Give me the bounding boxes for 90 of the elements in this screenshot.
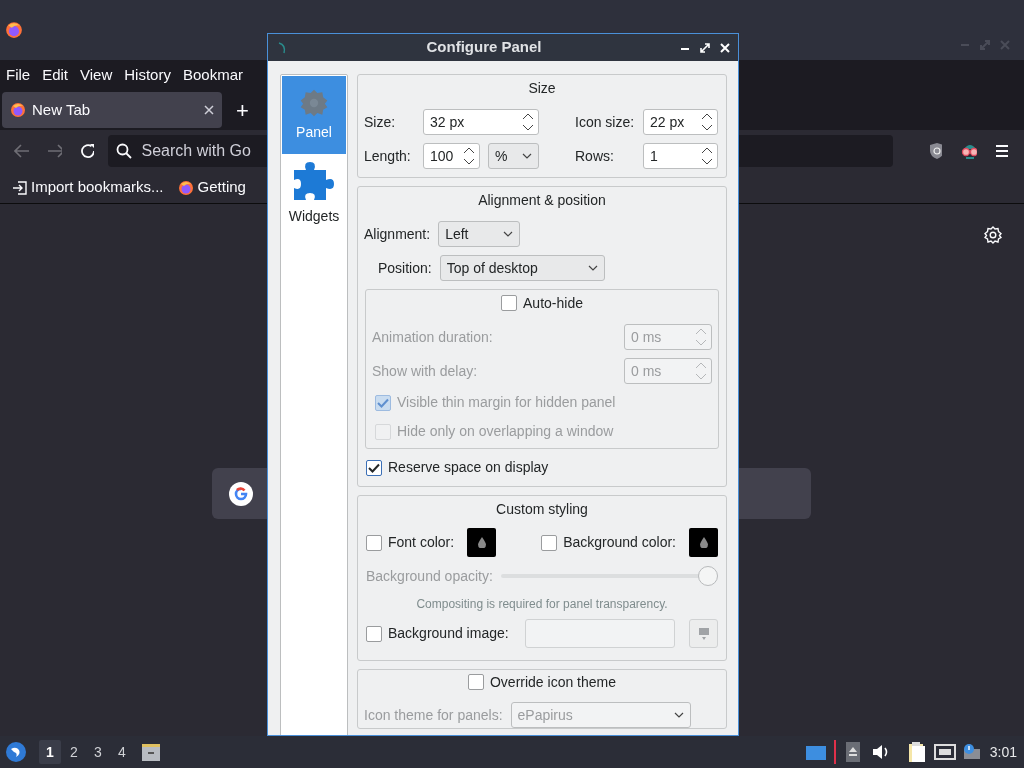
shield-icon[interactable] <box>928 142 942 160</box>
field-label: Show with delay: <box>372 361 478 381</box>
field-label: Override icon theme <box>489 672 617 692</box>
firefox-icon <box>177 179 194 196</box>
field-label: Icon size: <box>575 112 636 132</box>
checkbox[interactable] <box>541 534 558 551</box>
checkbox[interactable] <box>366 459 382 476</box>
input-field[interactable] <box>524 619 676 648</box>
dropdown[interactable]: Top of desktop <box>439 255 605 281</box>
field-label: Alignment: <box>364 224 431 244</box>
chevron-down-icon <box>503 231 514 237</box>
window-icon[interactable] <box>805 744 826 760</box>
menu-item[interactable]: History <box>120 63 175 87</box>
clipboard-icon[interactable] <box>907 741 926 763</box>
maximize-icon[interactable] <box>700 42 710 53</box>
field-label: Background opacity: <box>366 566 493 586</box>
desktop-switcher[interactable]: 3 <box>87 740 109 764</box>
desktop-switcher[interactable]: 4 <box>111 740 133 764</box>
notification-icon[interactable] <box>961 743 982 761</box>
eject-icon[interactable] <box>845 742 860 762</box>
import-icon <box>12 180 27 195</box>
checkbox[interactable] <box>366 534 382 551</box>
field-label: Length: <box>364 146 412 166</box>
field-label: Background color: <box>563 533 676 552</box>
field-label: Size: <box>364 112 397 132</box>
field-label: Rows: <box>575 146 615 166</box>
dropdown[interactable]: Left <box>438 221 521 247</box>
chevron-down-icon <box>587 265 598 271</box>
field-label: Background image: <box>388 624 509 643</box>
volume-icon[interactable] <box>871 744 890 760</box>
menu-item[interactable]: File <box>2 63 35 87</box>
desktop-switcher[interactable]: 2 <box>63 740 85 764</box>
group-title: Alignment & position <box>477 191 607 210</box>
checkbox[interactable] <box>467 674 484 690</box>
new-tab-button[interactable]: + <box>236 93 249 127</box>
spin-arrows-icon[interactable] <box>701 113 713 131</box>
menu-item[interactable]: Edit <box>38 63 73 87</box>
field-label: Animation duration: <box>372 327 493 347</box>
color-button[interactable] <box>689 528 718 557</box>
browser-tab[interactable]: New Tab <box>2 92 222 128</box>
bookmark-item[interactable]: Import bookmarks... <box>12 176 164 199</box>
network-icon[interactable] <box>933 743 956 761</box>
google-icon <box>229 481 253 506</box>
field-label: Font color: <box>388 533 455 552</box>
puzzle-icon <box>292 159 336 202</box>
field-label: Icon theme for panels: <box>364 705 503 725</box>
field-label: Reserve space on display <box>388 458 549 477</box>
checkbox[interactable] <box>366 625 382 642</box>
search-icon <box>115 143 132 159</box>
chevron-down-icon <box>673 712 684 718</box>
spin-box[interactable]: 22 px <box>643 109 718 135</box>
field-label: Auto-hide <box>523 293 583 313</box>
slider[interactable] <box>500 566 718 586</box>
glasses-icon[interactable] <box>959 142 977 160</box>
chevron-down-icon <box>522 153 532 159</box>
spin-arrows-icon[interactable] <box>701 147 713 165</box>
spin-arrows-icon[interactable] <box>522 113 534 131</box>
firefox-icon <box>5 21 23 39</box>
gear-icon <box>299 87 329 118</box>
window-title: Configure Panel <box>425 37 543 58</box>
desktop-switcher[interactable]: 1 <box>39 740 61 764</box>
sidebar-item[interactable]: Widgets <box>282 154 346 232</box>
group-title: Custom styling <box>495 500 589 519</box>
spin-arrows-icon[interactable] <box>463 147 475 165</box>
menu-icon[interactable] <box>994 144 1009 158</box>
drop-icon <box>699 537 708 548</box>
note-text: Compositing is required for panel transparency. <box>415 596 669 613</box>
field-label: Hide only on overlapping a window <box>397 422 614 441</box>
spin-box[interactable]: 32 px <box>423 109 539 135</box>
group-title: Size <box>527 79 557 98</box>
bookmark-item[interactable]: Getting <box>177 176 246 199</box>
menu-item[interactable]: View <box>76 63 117 87</box>
start-menu-icon[interactable] <box>5 741 27 763</box>
field-label: Visible thin margin for hidden panel <box>397 393 616 412</box>
file-cabinet-icon[interactable] <box>141 742 161 762</box>
field-label: Position: <box>378 258 432 278</box>
color-button[interactable] <box>467 528 497 557</box>
checkbox[interactable] <box>501 295 518 311</box>
menu-item[interactable]: Bookmar <box>178 63 247 87</box>
forward-icon[interactable] <box>47 144 63 158</box>
drop-icon <box>477 537 486 548</box>
firefox-icon <box>10 102 26 118</box>
spin-box[interactable]: 100 <box>423 143 480 169</box>
clock[interactable]: 3:01 <box>989 741 1019 763</box>
spin-box[interactable]: 1 <box>643 143 718 169</box>
dropdown[interactable]: % <box>488 143 539 169</box>
back-icon[interactable] <box>14 144 30 158</box>
reload-icon[interactable] <box>80 143 94 159</box>
image-icon <box>698 627 709 640</box>
settings-icon[interactable] <box>984 226 1002 244</box>
